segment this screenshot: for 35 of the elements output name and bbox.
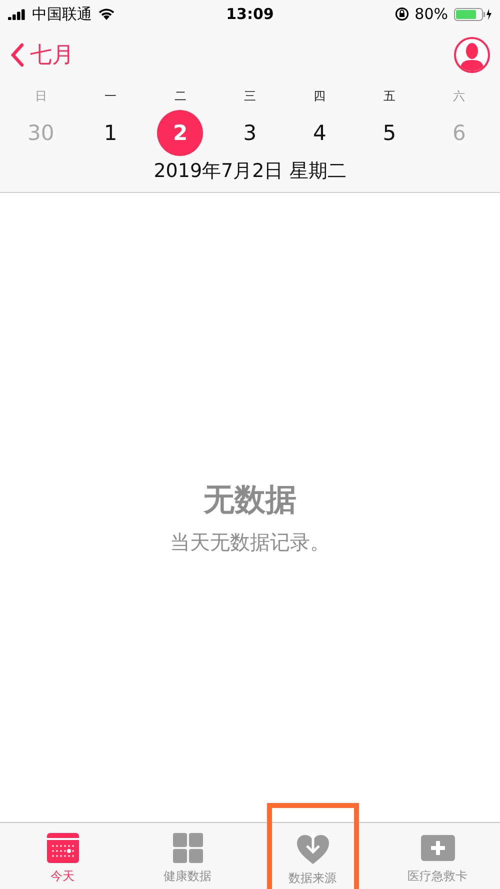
signal-icon	[8, 8, 26, 20]
calendar-day[interactable]: 5	[366, 110, 412, 156]
rotation-lock-icon	[394, 7, 409, 21]
wifi-icon	[98, 8, 115, 20]
weekday-label: 六	[453, 88, 466, 105]
weekday-label: 四	[314, 88, 326, 105]
status-time: 13:09	[226, 5, 274, 23]
tab-bar-item[interactable]: 医疗急救卡	[375, 823, 500, 889]
weekday-label: 日	[34, 88, 47, 105]
battery-percent: 80%	[414, 5, 448, 23]
weekday-label: 一	[104, 88, 117, 105]
carrier-name: 中国联通	[32, 4, 92, 24]
selected-date-title: 2019年7月2日 星期二	[152, 159, 348, 184]
tab-bar-item[interactable]: 健康数据	[125, 823, 250, 889]
calendar-day[interactable]: 30	[18, 110, 64, 156]
heart-download-icon	[296, 833, 330, 865]
grid-icon	[172, 833, 202, 863]
calendar-day[interactable]: 2	[157, 110, 204, 156]
empty-message: 当天无数据记录。	[170, 529, 330, 556]
weekday-label: 二	[174, 88, 186, 105]
calendar-day[interactable]: 6	[436, 110, 482, 156]
profile-avatar-button[interactable]	[454, 37, 490, 73]
battery-charging-icon	[454, 8, 492, 20]
back-button[interactable]: 七月	[10, 40, 74, 70]
back-chevron-icon	[10, 43, 24, 67]
calendar-day[interactable]: 1	[88, 110, 134, 156]
weekday-label: 三	[244, 88, 256, 105]
tab-bar-item[interactable]: 数据来源	[250, 823, 375, 889]
medical-card-icon	[420, 833, 454, 863]
tab-bar-item[interactable]: 今天	[0, 823, 125, 889]
calendar-day[interactable]: 4	[296, 110, 343, 156]
weekday-label: 五	[383, 88, 396, 105]
empty-title: 无数据	[204, 481, 296, 520]
calendar-icon	[46, 833, 78, 863]
calendar-day[interactable]: 3	[226, 110, 273, 156]
